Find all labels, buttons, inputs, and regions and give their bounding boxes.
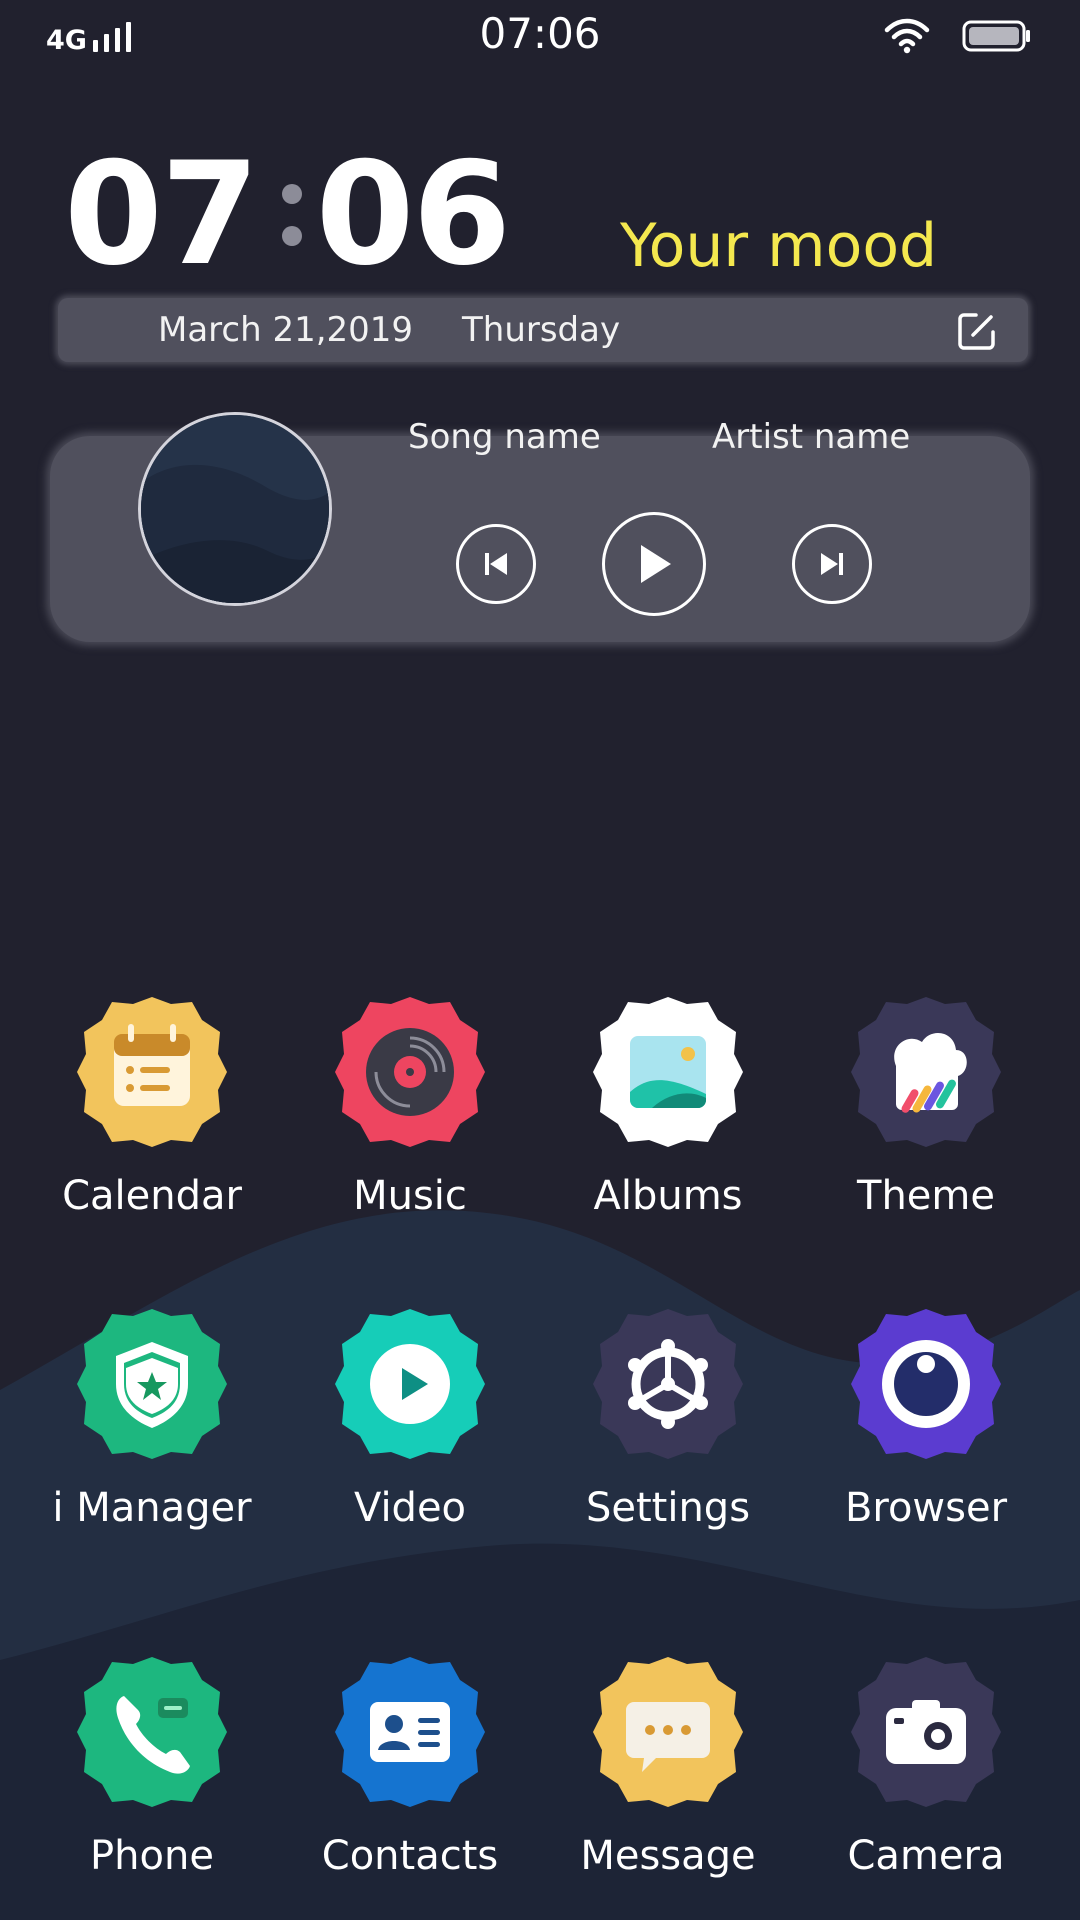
- theme-brush-icon: [848, 994, 1004, 1150]
- song-name: Song name: [408, 417, 601, 457]
- app-message[interactable]: Message: [548, 1654, 788, 1882]
- artist-name: Artist name: [712, 417, 911, 457]
- play-icon: [641, 545, 671, 583]
- app-video[interactable]: Video: [290, 1306, 530, 1534]
- phone-icon: [74, 1654, 230, 1810]
- app-camera[interactable]: Camera: [806, 1654, 1046, 1882]
- app-label: Calendar: [62, 1173, 242, 1219]
- battery-icon: [962, 20, 1030, 52]
- app-label: Contacts: [321, 1833, 499, 1879]
- app-settings[interactable]: Settings: [548, 1306, 788, 1534]
- signal-bars-icon: 4G: [46, 16, 131, 56]
- play-button[interactable]: [602, 512, 706, 616]
- camera-icon: [848, 1654, 1004, 1810]
- app-label: Phone: [90, 1833, 214, 1879]
- status-time: 07:06: [479, 9, 601, 58]
- skip-next-icon: [821, 553, 843, 575]
- gear-icon: [590, 1306, 746, 1462]
- browser-eye-icon: [848, 1306, 1004, 1462]
- clock-widget[interactable]: 07 06: [64, 132, 512, 297]
- app-albums[interactable]: Albums: [548, 994, 788, 1222]
- calendar-icon: [74, 994, 230, 1150]
- clock-hours: 07: [64, 132, 260, 297]
- album-art[interactable]: [138, 412, 332, 606]
- skip-previous-icon: [485, 553, 507, 575]
- app-label: Settings: [585, 1485, 751, 1531]
- app-label: Browser: [844, 1485, 1008, 1531]
- date-strip: March 21,2019 Thursday: [58, 298, 1028, 362]
- app-label: i Manager: [52, 1485, 252, 1531]
- photo-icon: [590, 994, 746, 1150]
- app-phone[interactable]: Phone: [32, 1654, 272, 1882]
- status-bar: 4G 07:06: [0, 0, 1080, 70]
- app-contacts[interactable]: Contacts: [290, 1654, 530, 1882]
- app-label: Camera: [847, 1833, 1005, 1879]
- clock-separator: [281, 184, 302, 246]
- contact-card-icon: [332, 1654, 488, 1810]
- app-label: Music: [353, 1173, 467, 1219]
- app-label: Message: [580, 1833, 756, 1879]
- app-label: Theme: [857, 1173, 995, 1219]
- app-theme[interactable]: Theme: [806, 994, 1046, 1222]
- app-i-manager[interactable]: i Manager: [32, 1306, 272, 1534]
- app-calendar[interactable]: Calendar: [32, 994, 272, 1222]
- previous-button[interactable]: [456, 524, 536, 604]
- day-text: Thursday: [462, 310, 621, 350]
- next-button[interactable]: [792, 524, 872, 604]
- mood-text[interactable]: Your mood: [620, 206, 937, 286]
- home-screen: 4G 07:06 07 06 Your mood March 21,2019 T…: [0, 0, 1080, 1920]
- edit-icon[interactable]: [956, 310, 998, 352]
- network-type: 4G: [46, 25, 87, 56]
- play-circle-icon: [332, 1306, 488, 1462]
- app-browser[interactable]: Browser: [806, 1306, 1046, 1534]
- date-text: March 21,2019: [158, 310, 414, 350]
- clock-minutes: 06: [315, 132, 512, 297]
- wifi-icon: [884, 18, 930, 54]
- app-label: Albums: [593, 1173, 743, 1219]
- chat-bubble-icon: [590, 1654, 746, 1810]
- app-label: Video: [353, 1485, 467, 1531]
- vinyl-record-icon: [332, 994, 488, 1150]
- shield-star-icon: [74, 1306, 230, 1462]
- app-music[interactable]: Music: [290, 994, 530, 1222]
